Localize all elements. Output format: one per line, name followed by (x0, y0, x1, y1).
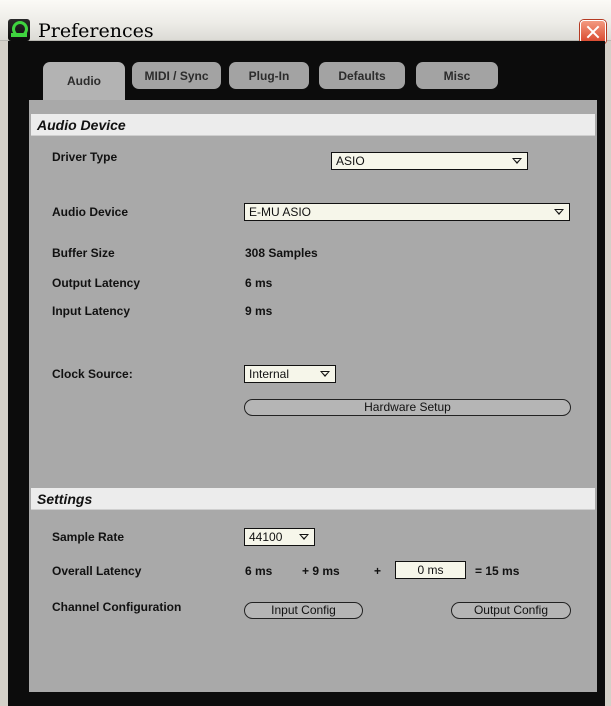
window-title: Preferences (38, 20, 154, 42)
sample-rate-dropdown[interactable]: 44100 (244, 528, 315, 546)
tab-misc-label: Misc (443, 68, 471, 83)
driver-type-label: Driver Type (52, 150, 118, 164)
tab-misc[interactable]: Misc (416, 62, 498, 89)
preferences-window: Preferences Audio MIDI / Sync Plug-In De… (0, 0, 611, 706)
latency-total-value: = 15 ms (475, 564, 520, 578)
triangle-down-icon (299, 534, 309, 540)
latency-input-value: + 9 ms (302, 564, 340, 578)
driver-type-value: ASIO (336, 154, 365, 168)
triangle-down-icon (320, 371, 330, 377)
input-config-button[interactable]: Input Config (244, 602, 363, 619)
tab-midi-sync-label: MIDI / Sync (144, 68, 209, 83)
buffer-size-value: 308 Samples (245, 246, 318, 260)
clock-source-value: Internal (249, 367, 290, 381)
input-latency-label: Input Latency (52, 304, 131, 318)
input-latency-value: 9 ms (245, 304, 273, 318)
triangle-down-icon (554, 209, 564, 215)
driver-type-dropdown[interactable]: ASIO (331, 152, 528, 170)
tab-plug-in[interactable]: Plug-In (229, 62, 309, 89)
sample-rate-value: 44100 (249, 530, 283, 544)
buffer-size-label: Buffer Size (52, 246, 115, 260)
hardware-setup-button[interactable]: Hardware Setup (244, 399, 571, 416)
triangle-down-icon (512, 158, 522, 164)
latency-extra-input[interactable]: 0 ms (395, 561, 466, 579)
channel-configuration-label: Channel Configuration (52, 600, 182, 614)
audio-device-label: Audio Device (52, 205, 129, 219)
sample-rate-label: Sample Rate (52, 530, 125, 544)
clock-source-label: Clock Source: (52, 367, 133, 381)
tab-defaults-label: Defaults (338, 68, 386, 83)
audio-device-dropdown[interactable]: E-MU ASIO (244, 203, 570, 221)
settings-header: Settings (31, 488, 595, 510)
latency-output-value: 6 ms (245, 564, 273, 578)
output-latency-label: Output Latency (52, 276, 141, 290)
overall-latency-label: Overall Latency (52, 564, 142, 578)
tab-plug-in-label: Plug-In (248, 68, 290, 83)
output-config-button[interactable]: Output Config (451, 602, 571, 619)
tab-audio-label: Audio (67, 74, 101, 88)
latency-plus-sign: + (374, 564, 382, 578)
audio-device-value: E-MU ASIO (249, 205, 312, 219)
tab-audio[interactable]: Audio (43, 62, 125, 100)
title-bar[interactable]: Preferences (0, 0, 611, 44)
tab-defaults[interactable]: Defaults (319, 62, 405, 89)
output-latency-value: 6 ms (245, 276, 273, 290)
audio-device-header: Audio Device (31, 114, 595, 136)
ableton-live-icon (8, 19, 30, 41)
tab-midi-sync[interactable]: MIDI / Sync (132, 62, 221, 89)
clock-source-dropdown[interactable]: Internal (244, 365, 336, 383)
